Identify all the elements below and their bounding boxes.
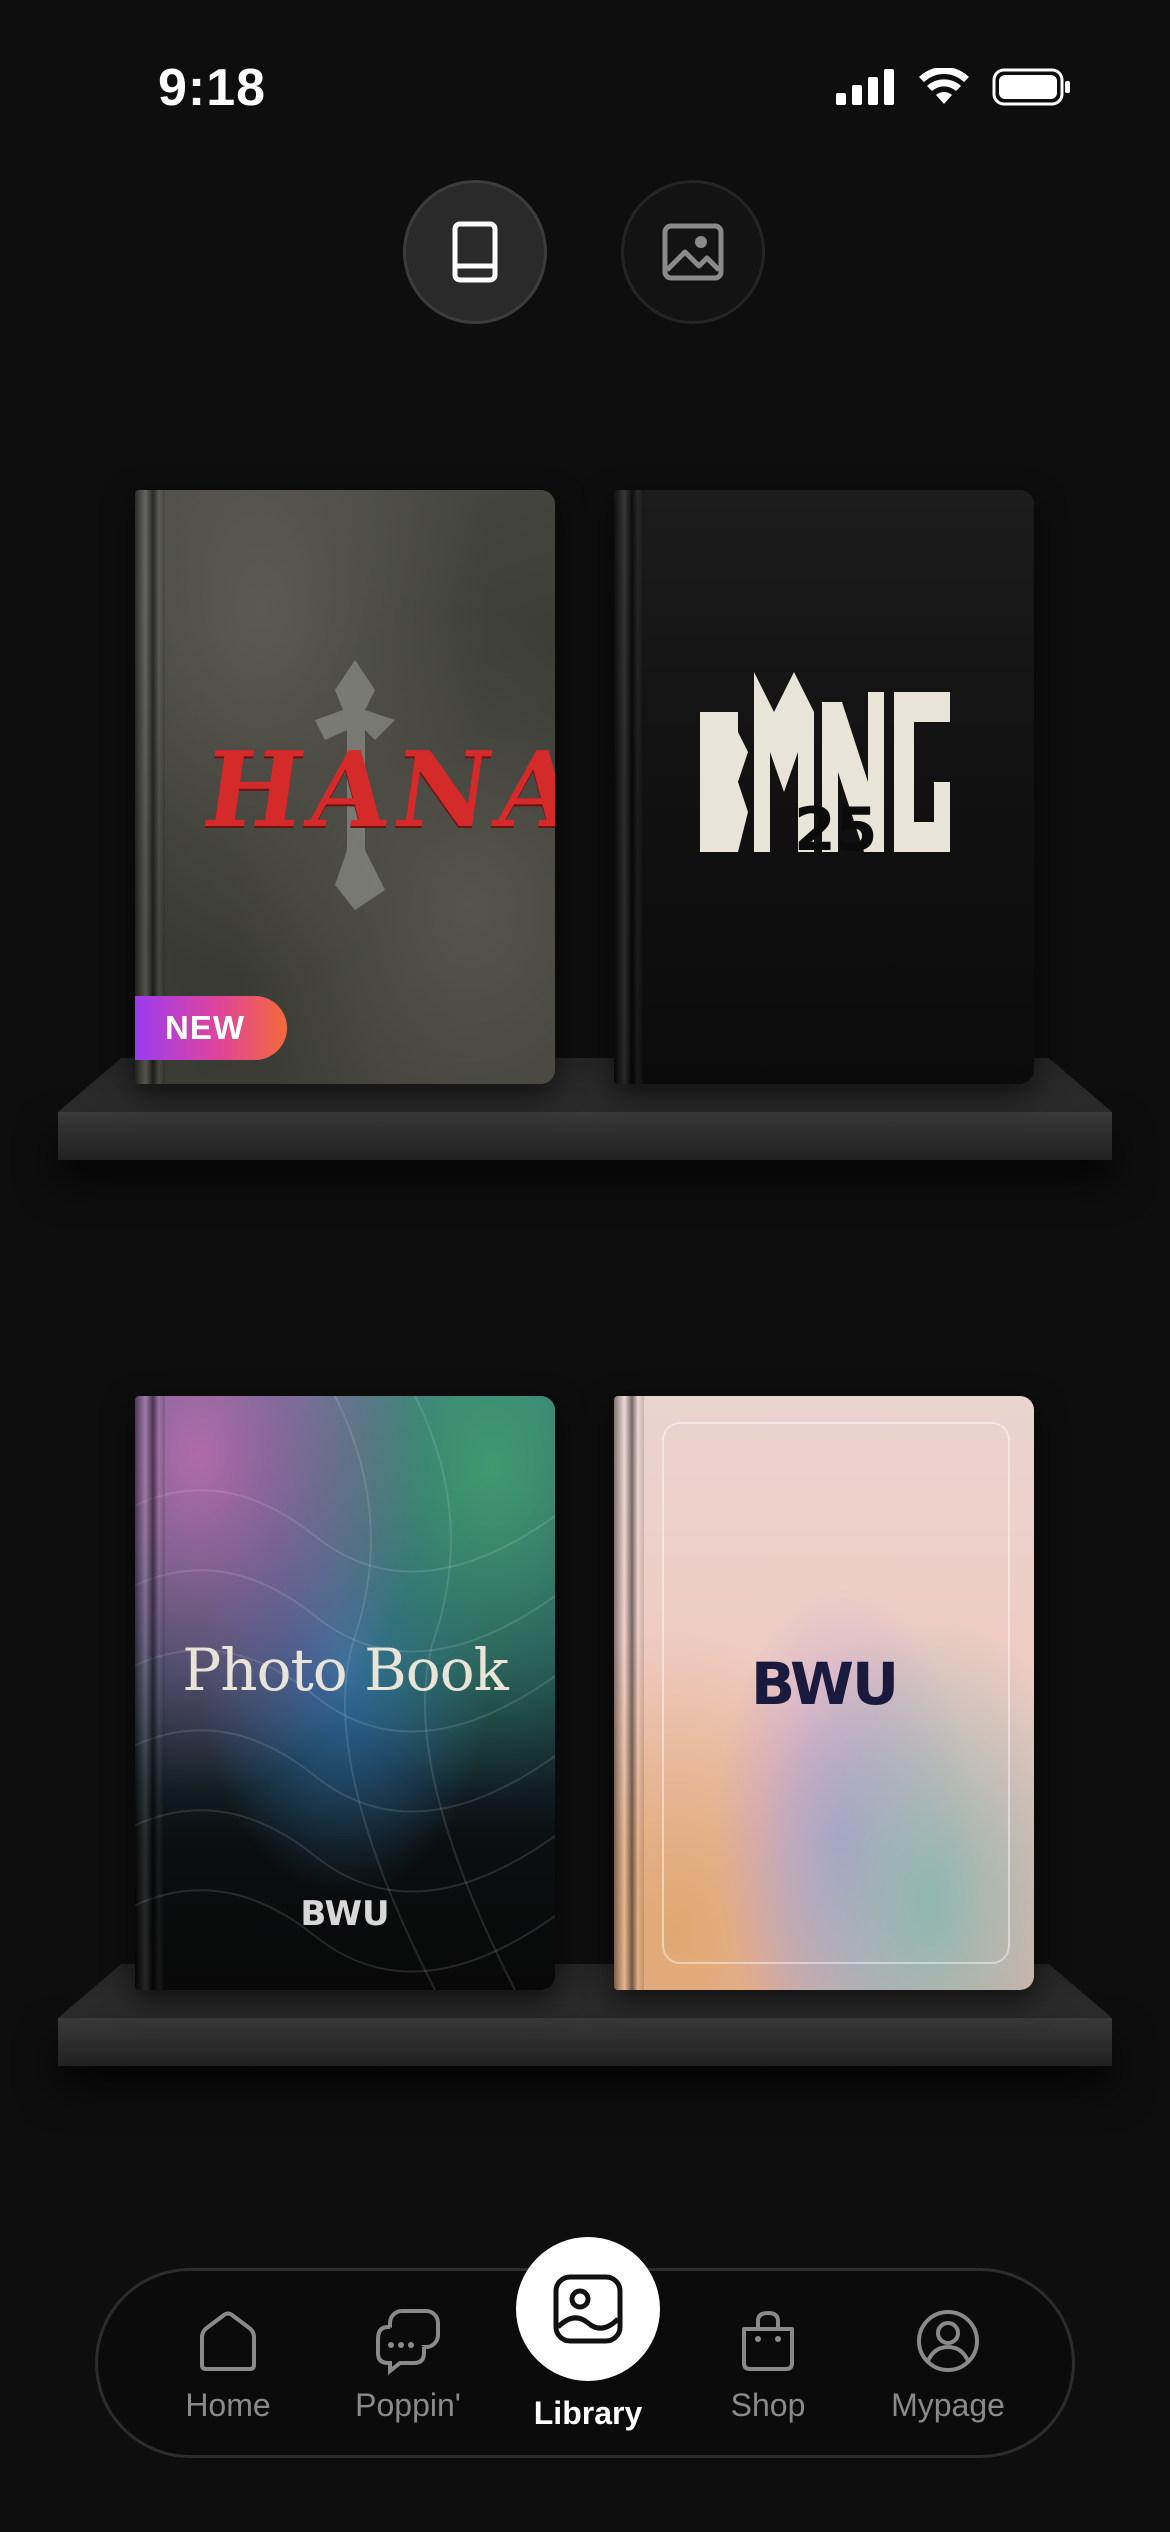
book-photo-book[interactable]: Photo Book BWU [135,1396,555,1990]
book-view-button[interactable] [403,180,547,324]
library-icon [553,2274,623,2344]
shelf-front [58,1112,1112,1160]
shelf-front [58,2018,1112,2066]
book-hana[interactable]: HANA [135,490,555,1084]
chat-icon [376,2309,440,2375]
status-time: 9:18 [158,59,267,117]
tab-bar: Home Poppin' Library Shop Mypage [95,2237,1075,2461]
image-view-button[interactable] [621,180,765,324]
tab-mypage[interactable]: Mypage [858,2271,1038,2461]
view-toggle [403,180,765,324]
book-title: Photo Book [182,1636,509,1704]
tab-label: Home [185,2387,271,2423]
book-spine [614,490,644,1084]
image-icon [662,223,724,281]
book-spine [135,490,165,1084]
book-icon [452,221,498,283]
tab-shop[interactable]: Shop [678,2271,858,2461]
new-badge: NEW [135,996,287,1060]
status-bar: 9:18 [0,0,1170,160]
bmng-year-text: 25 [794,795,878,865]
book-title: BWU [750,1650,899,1718]
home-icon [200,2311,256,2371]
tab-label: Library [533,2395,643,2431]
book-title: HANA [196,728,555,851]
book-bmng[interactable]: 25 [614,490,1034,1084]
user-icon [917,2310,979,2372]
book-brand: BWU [300,1894,390,1934]
book-bwu[interactable]: BWU [614,1396,1034,1990]
bmng-logo: 25 [700,672,950,865]
tab-label: Poppin' [355,2387,461,2423]
bag-icon [742,2310,794,2371]
library-active-indicator [516,2237,660,2381]
tab-poppin[interactable]: Poppin' [318,2271,498,2461]
cellular-signal-icon [836,69,894,105]
wifi-icon [919,68,969,104]
tab-label: Shop [730,2387,806,2423]
battery-icon [992,68,1070,106]
tab-home[interactable]: Home [138,2271,318,2461]
tab-label: Mypage [891,2387,1005,2423]
status-icons [836,68,1072,106]
tab-library[interactable]: Library [498,2237,678,2461]
